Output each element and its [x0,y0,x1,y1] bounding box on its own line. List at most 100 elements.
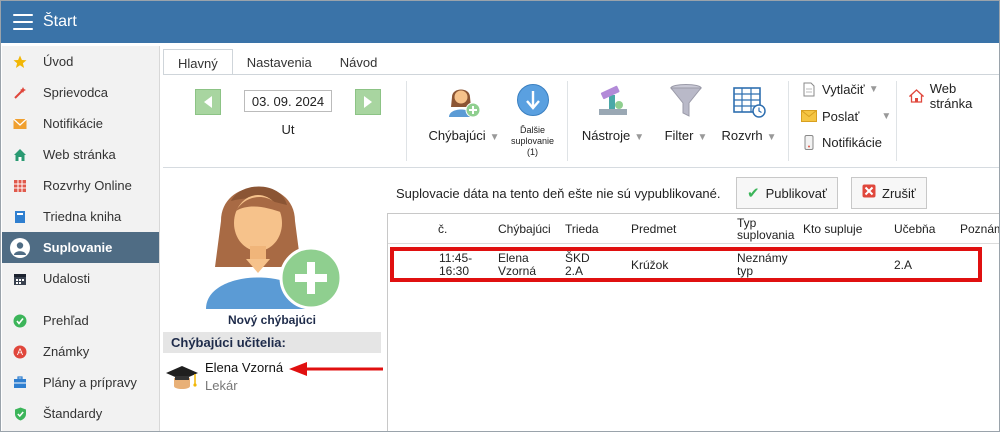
sidebar: Úvod Sprievodca Notifikácie Web stránka … [2,46,160,431]
substitution-table: č. Chýbajúci Trieda Predmet Typ suplovan… [387,213,999,431]
sidebar-item-label: Suplovanie [43,240,113,255]
window-title: Štart [43,13,77,30]
sidebar-item-suplovanie[interactable]: Suplovanie [2,232,159,263]
arrow-right-icon [364,96,372,108]
col-subject[interactable]: Predmet [631,214,676,244]
dropdown-caret-icon: ▼ [868,83,879,95]
next-label-line2: suplovanie [510,136,555,146]
publish-button[interactable]: ✔ Publikovať [736,177,838,209]
next-substitution-button[interactable]: Ďalšie suplovanie (1) [510,83,555,158]
absence-reason: Lekár [205,378,238,393]
notifications-button[interactable]: Notifikácie [801,134,882,150]
absent-button[interactable]: Chýbajúci ▼ [419,83,509,143]
web-page-label: Web stránka [929,81,973,111]
filter-button[interactable]: Filter ▼ [657,83,715,143]
filter-icon [669,84,703,117]
cancel-button[interactable]: Zrušiť [851,177,927,209]
sidebar-item-znamky[interactable]: A Známky [2,336,159,367]
dropdown-caret-icon: ▼ [766,132,777,143]
book-icon [13,210,27,224]
sidebar-item-label: Prehľad [43,313,89,328]
col-type-line2: suplovania [737,228,795,242]
sidebar-item-label: Plány a prípravy [43,375,137,390]
ribbon-separator [567,81,568,161]
sidebar-item-udalosti[interactable]: Udalosti [2,263,159,294]
filter-label: Filter [664,128,694,143]
date-field[interactable]: 03. 09. 2024 [244,90,332,112]
red-x-icon [862,184,876,202]
check-circle-icon [13,314,27,328]
publish-label: Publikovať [765,185,827,201]
sidebar-item-label: Web stránka [43,147,116,162]
svg-text:A: A [17,347,23,357]
dropdown-caret-icon: ▼ [697,132,708,143]
print-button[interactable]: Vytlačiť ▼ [801,81,879,97]
col-room[interactable]: Učebňa [894,214,935,244]
tools-label: Nástroje [581,128,631,143]
sidebar-item-sprievodca[interactable]: Sprievodca [2,77,159,108]
col-type[interactable]: Typ suplovania [737,214,794,244]
calendar-grid-icon [13,179,27,193]
sidebar-item-prehlad[interactable]: Prehľad [2,305,159,336]
sidebar-item-label: Štandardy [43,406,103,421]
col-substitute[interactable]: Kto supluje [803,214,862,244]
briefcase-icon [13,376,27,390]
hamburger-menu-icon[interactable] [13,14,33,30]
new-absent-teacher-button[interactable] [201,171,343,311]
schedule-label: Rozvrh [721,128,763,143]
calendar-icon [13,272,27,286]
send-label: Poslať [822,108,860,124]
ribbon-toolbar: 03. 09. 2024 Ut Chýbajúci ▼ Ďalšie suplo… [163,75,999,168]
col-class[interactable]: Trieda [565,214,599,244]
sidebar-item-label: Triedna kniha [43,209,122,224]
app-window: Štart Úvod Sprievodca Notifikácie Web st… [0,0,1000,432]
tools-icon [599,85,627,115]
next-day-button[interactable] [355,89,381,115]
envelope-icon [801,108,817,124]
sidebar-item-web[interactable]: Web stránka [2,139,159,170]
sidebar-item-label: Sprievodca [43,85,109,100]
title-bar: Štart [1,1,999,43]
table-header: č. Chýbajúci Trieda Predmet Typ suplovan… [388,214,999,244]
tab-nastavenia[interactable]: Nastavenia [233,49,326,75]
home-icon [909,88,925,104]
send-button[interactable]: Poslať ▼ [801,108,891,124]
sidebar-item-triedna-kniha[interactable]: Triedna kniha [2,201,159,232]
arrow-down-circle-icon [516,84,549,116]
ribbon-separator [788,81,789,161]
prev-day-button[interactable] [195,89,221,115]
person-add-icon [449,89,481,118]
checkmark-icon: ✔ [747,185,760,202]
tools-button[interactable]: Nástroje ▼ [577,83,649,143]
tab-navod[interactable]: Návod [326,49,392,75]
teacher-name: Elena Vzorná [205,360,284,375]
col-absent[interactable]: Chýbajúci [498,214,551,244]
sidebar-item-uvod[interactable]: Úvod [2,46,159,77]
phone-icon [801,134,817,150]
shield-check-icon [13,407,27,421]
home-icon [13,148,27,162]
dropdown-caret-icon: ▼ [881,110,892,122]
wand-icon [13,86,27,100]
web-page-button[interactable]: Web stránka [909,81,999,111]
ribbon-separator [406,81,407,161]
new-absent-label[interactable]: Nový chýbajúci [163,313,381,327]
grade-icon: A [13,345,27,359]
sidebar-item-rozvrhy[interactable]: Rozvrhy Online [2,170,159,201]
sidebar-item-label: Úvod [43,54,74,69]
star-icon [13,55,27,69]
tab-hlavny[interactable]: Hlavný [163,49,233,75]
document-icon [801,81,817,97]
sidebar-item-standardy[interactable]: Štandardy [2,398,159,429]
col-num[interactable]: č. [438,214,447,244]
sidebar-item-notifikacie[interactable]: Notifikácie [2,108,159,139]
col-note[interactable]: Poznám [960,214,999,244]
sidebar-item-plany[interactable]: Plány a prípravy [2,367,159,398]
schedule-button[interactable]: Rozvrh ▼ [717,83,781,143]
next-label-line1: Ďalšie [519,125,545,135]
absent-label: Chýbajúci [428,128,486,143]
ribbon-separator [896,81,897,161]
publish-notice: Suplovacie dáta na tento deň ešte nie sú… [396,186,721,201]
sidebar-item-label: Známky [43,344,90,359]
schedule-icon [733,87,766,118]
